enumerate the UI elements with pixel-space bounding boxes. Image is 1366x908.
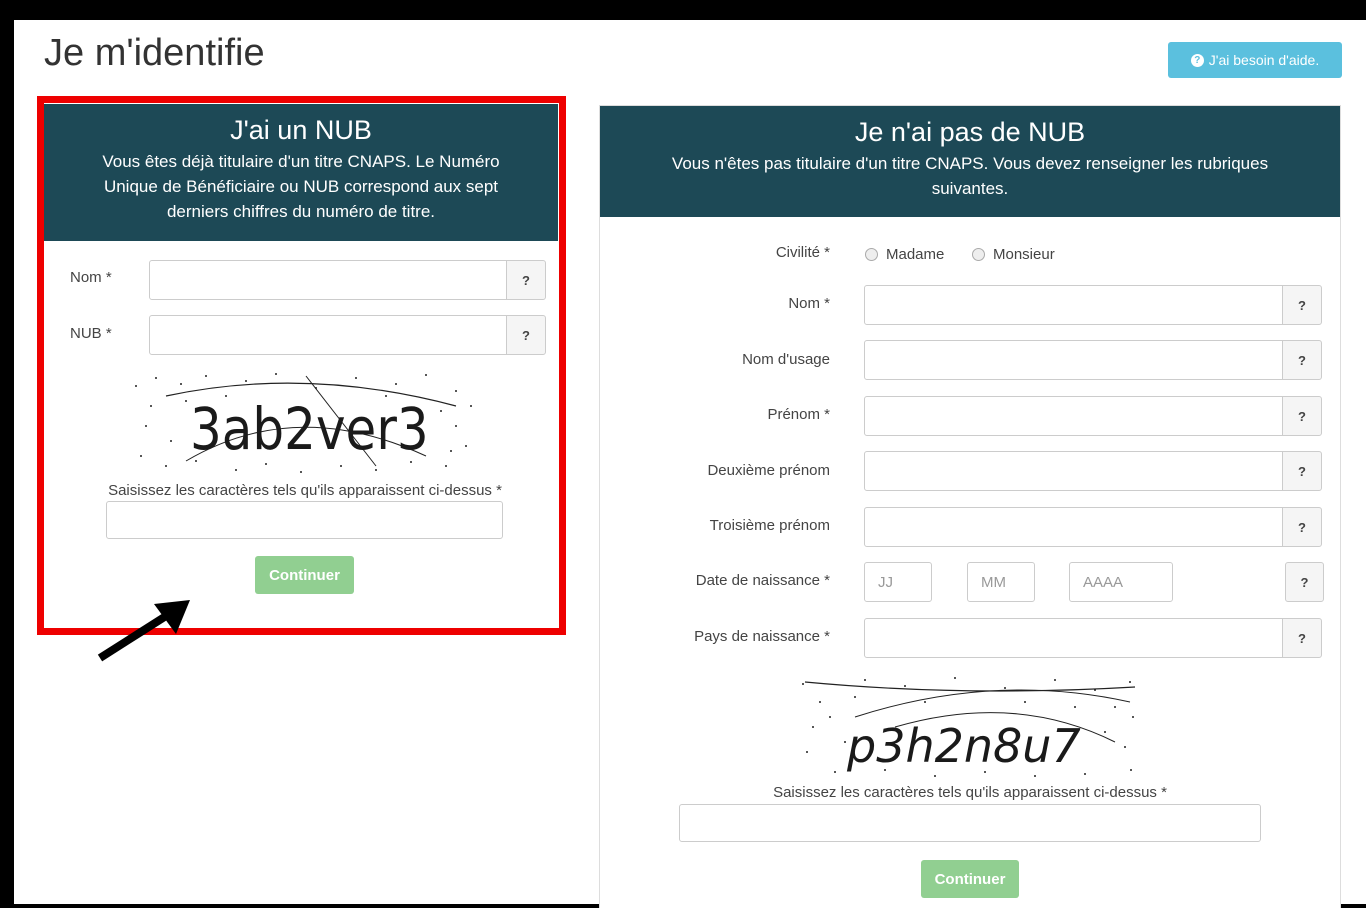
nom-usage-input[interactable]: [864, 340, 1284, 380]
prenom-help-button[interactable]: ?: [1282, 396, 1322, 436]
no-nub-nom-label: Nom *: [788, 295, 830, 312]
no-nub-panel-description: Vous n'êtes pas titulaire d'un titre CNA…: [671, 154, 1269, 198]
deuxieme-prenom-input[interactable]: [864, 451, 1284, 491]
civility-monsieur-label: Monsieur: [993, 246, 1055, 263]
nom-usage-label: Nom d'usage: [742, 351, 830, 368]
civility-madame-radio[interactable]: Madame: [865, 246, 944, 263]
screenshot-frame-left: [0, 0, 14, 908]
troisieme-prenom-input[interactable]: [864, 507, 1284, 547]
birth-year-input[interactable]: AAAA: [1069, 562, 1173, 602]
prenom-input[interactable]: [864, 396, 1284, 436]
annotation-arrow-icon: [97, 600, 190, 662]
no-nub-nom-input[interactable]: [864, 285, 1284, 325]
birth-country-input[interactable]: [864, 618, 1284, 658]
help-button[interactable]: ? J'ai besoin d'aide.: [1168, 42, 1342, 78]
no-nub-captcha-text: p3h2n8u7: [846, 719, 1081, 773]
civility-madame-label: Madame: [886, 246, 945, 263]
no-nub-panel-header: Je n'ai pas de NUB Vous n'êtes pas titul…: [600, 106, 1340, 217]
civility-monsieur-radio[interactable]: Monsieur: [972, 246, 1055, 263]
question-circle-icon: ?: [1190, 53, 1204, 67]
no-nub-captcha-input[interactable]: [679, 804, 1261, 842]
birth-date-help-button[interactable]: ?: [1285, 562, 1324, 602]
prenom-label: Prénom *: [767, 406, 830, 423]
radio-circle: [865, 248, 878, 261]
birth-day-input[interactable]: JJ: [864, 562, 932, 602]
birth-date-label: Date de naissance *: [695, 572, 830, 589]
civility-label: Civilité *: [775, 244, 830, 261]
deuxieme-prenom-help-button[interactable]: ?: [1282, 451, 1322, 491]
birth-country-help-button[interactable]: ?: [1282, 618, 1322, 658]
nom-usage-help-button[interactable]: ?: [1282, 340, 1322, 380]
troisieme-prenom-label: Troisième prénom: [709, 517, 830, 534]
screenshot-frame-top: [0, 0, 1366, 20]
birth-country-label: Pays de naissance *: [694, 628, 830, 645]
highlight-box: [37, 96, 566, 635]
deuxieme-prenom-label: Deuxième prénom: [707, 462, 830, 479]
page-title: Je m'identifie: [44, 32, 265, 74]
no-nub-panel-title: Je n'ai pas de NUB: [854, 117, 1086, 147]
help-button-label: J'ai besoin d'aide.: [1208, 52, 1320, 68]
radio-circle: [972, 248, 985, 261]
troisieme-prenom-help-button[interactable]: ?: [1282, 507, 1322, 547]
no-nub-nom-help-button[interactable]: ?: [1282, 285, 1322, 325]
birth-month-input[interactable]: MM: [967, 562, 1035, 602]
no-nub-captcha-hint: Saisissez les caractères tels qu'ils app…: [773, 784, 1167, 801]
no-nub-captcha-image: p3h2n8u7: [802, 677, 1136, 777]
no-nub-continue-button[interactable]: Continuer: [921, 860, 1019, 898]
